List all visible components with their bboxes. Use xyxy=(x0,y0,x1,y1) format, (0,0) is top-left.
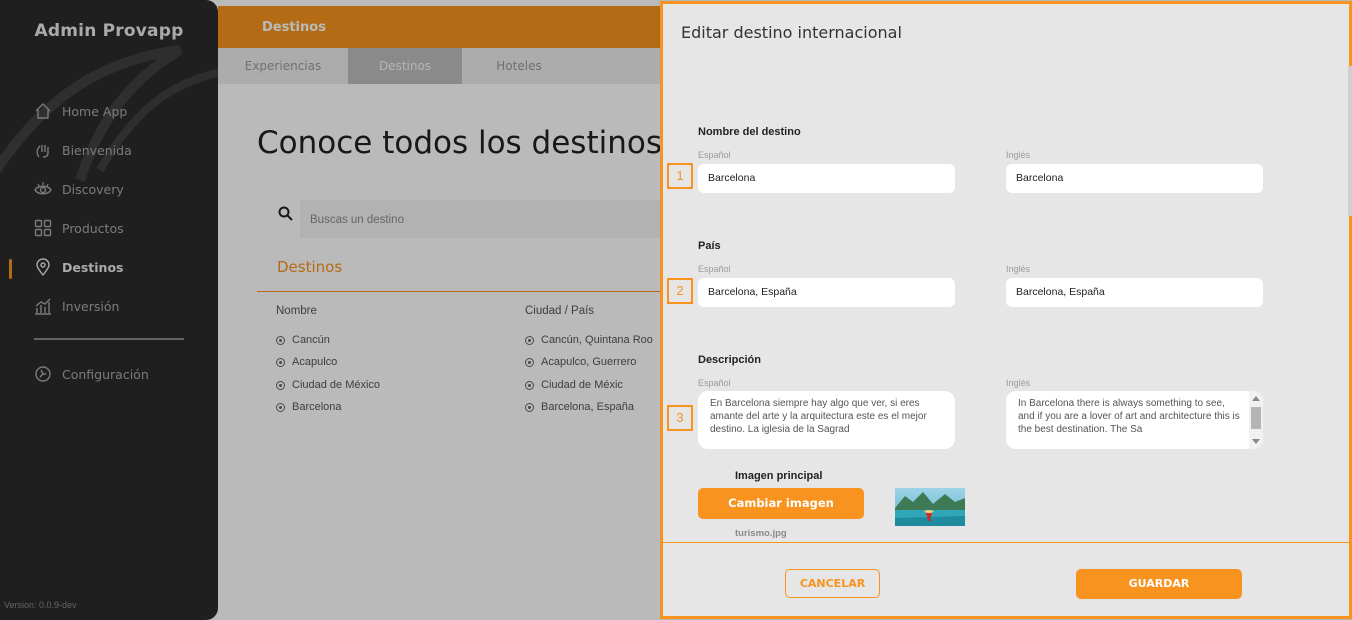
label-espanol: Español xyxy=(698,378,731,388)
section-pais: País xyxy=(698,240,721,252)
marker-3: 3 xyxy=(667,405,693,431)
change-image-button[interactable]: Cambiar imagen xyxy=(698,488,864,519)
cancel-button[interactable]: CANCELAR xyxy=(785,569,880,598)
pais-en-input[interactable]: Barcelona, España xyxy=(1006,278,1263,307)
scroll-thumb[interactable] xyxy=(1251,407,1261,429)
label-espanol: Español xyxy=(698,150,731,160)
descripcion-es-textarea[interactable]: En Barcelona siempre hay algo que ver, s… xyxy=(698,391,955,449)
textarea-text: In Barcelona there is always something t… xyxy=(1018,398,1240,435)
textarea-scrollbar[interactable] xyxy=(1249,391,1263,449)
label-ingles: Inglés xyxy=(1006,378,1031,388)
image-filename: turismo.jpg xyxy=(735,528,787,539)
scroll-down-icon[interactable] xyxy=(1252,439,1260,444)
marker-2: 2 xyxy=(667,278,693,304)
descripcion-en-textarea[interactable]: In Barcelona there is always something t… xyxy=(1006,391,1263,449)
destination-thumbnail xyxy=(895,488,965,526)
label-ingles: Inglés xyxy=(1006,150,1031,160)
modal-title: Editar destino internacional xyxy=(681,23,902,42)
section-descripcion: Descripción xyxy=(698,354,761,366)
nombre-es-input[interactable]: Barcelona xyxy=(698,164,955,193)
save-button[interactable]: GUARDAR xyxy=(1076,569,1242,599)
image-label: Imagen principal xyxy=(735,470,823,482)
edit-destination-modal: Editar destino internacional Nombre del … xyxy=(660,1,1352,619)
scroll-up-icon[interactable] xyxy=(1252,396,1260,401)
modal-scrollbar[interactable] xyxy=(1348,66,1352,216)
marker-1: 1 xyxy=(667,163,693,189)
section-nombre: Nombre del destino xyxy=(698,126,801,138)
pais-es-input[interactable]: Barcelona, España xyxy=(698,278,955,307)
textarea-text: En Barcelona siempre hay algo que ver, s… xyxy=(710,398,927,435)
nombre-en-input[interactable]: Barcelona xyxy=(1006,164,1263,193)
label-ingles: Inglés xyxy=(1006,264,1031,274)
label-espanol: Español xyxy=(698,264,731,274)
modal-footer-divider xyxy=(663,542,1349,543)
